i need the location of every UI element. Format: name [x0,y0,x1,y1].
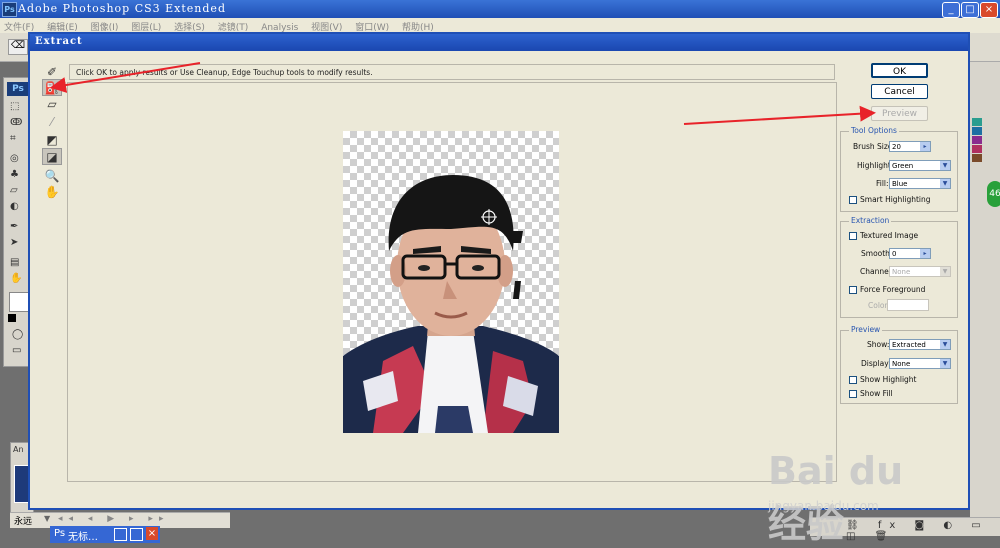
baidu-url: jingyan.baidu.com [768,499,879,513]
arrow-to-fill-tool [50,62,201,93]
baidu-watermark: Bai du 经验 jingyan.baidu.com [768,437,938,546]
arrow-to-preview-button [683,105,876,125]
